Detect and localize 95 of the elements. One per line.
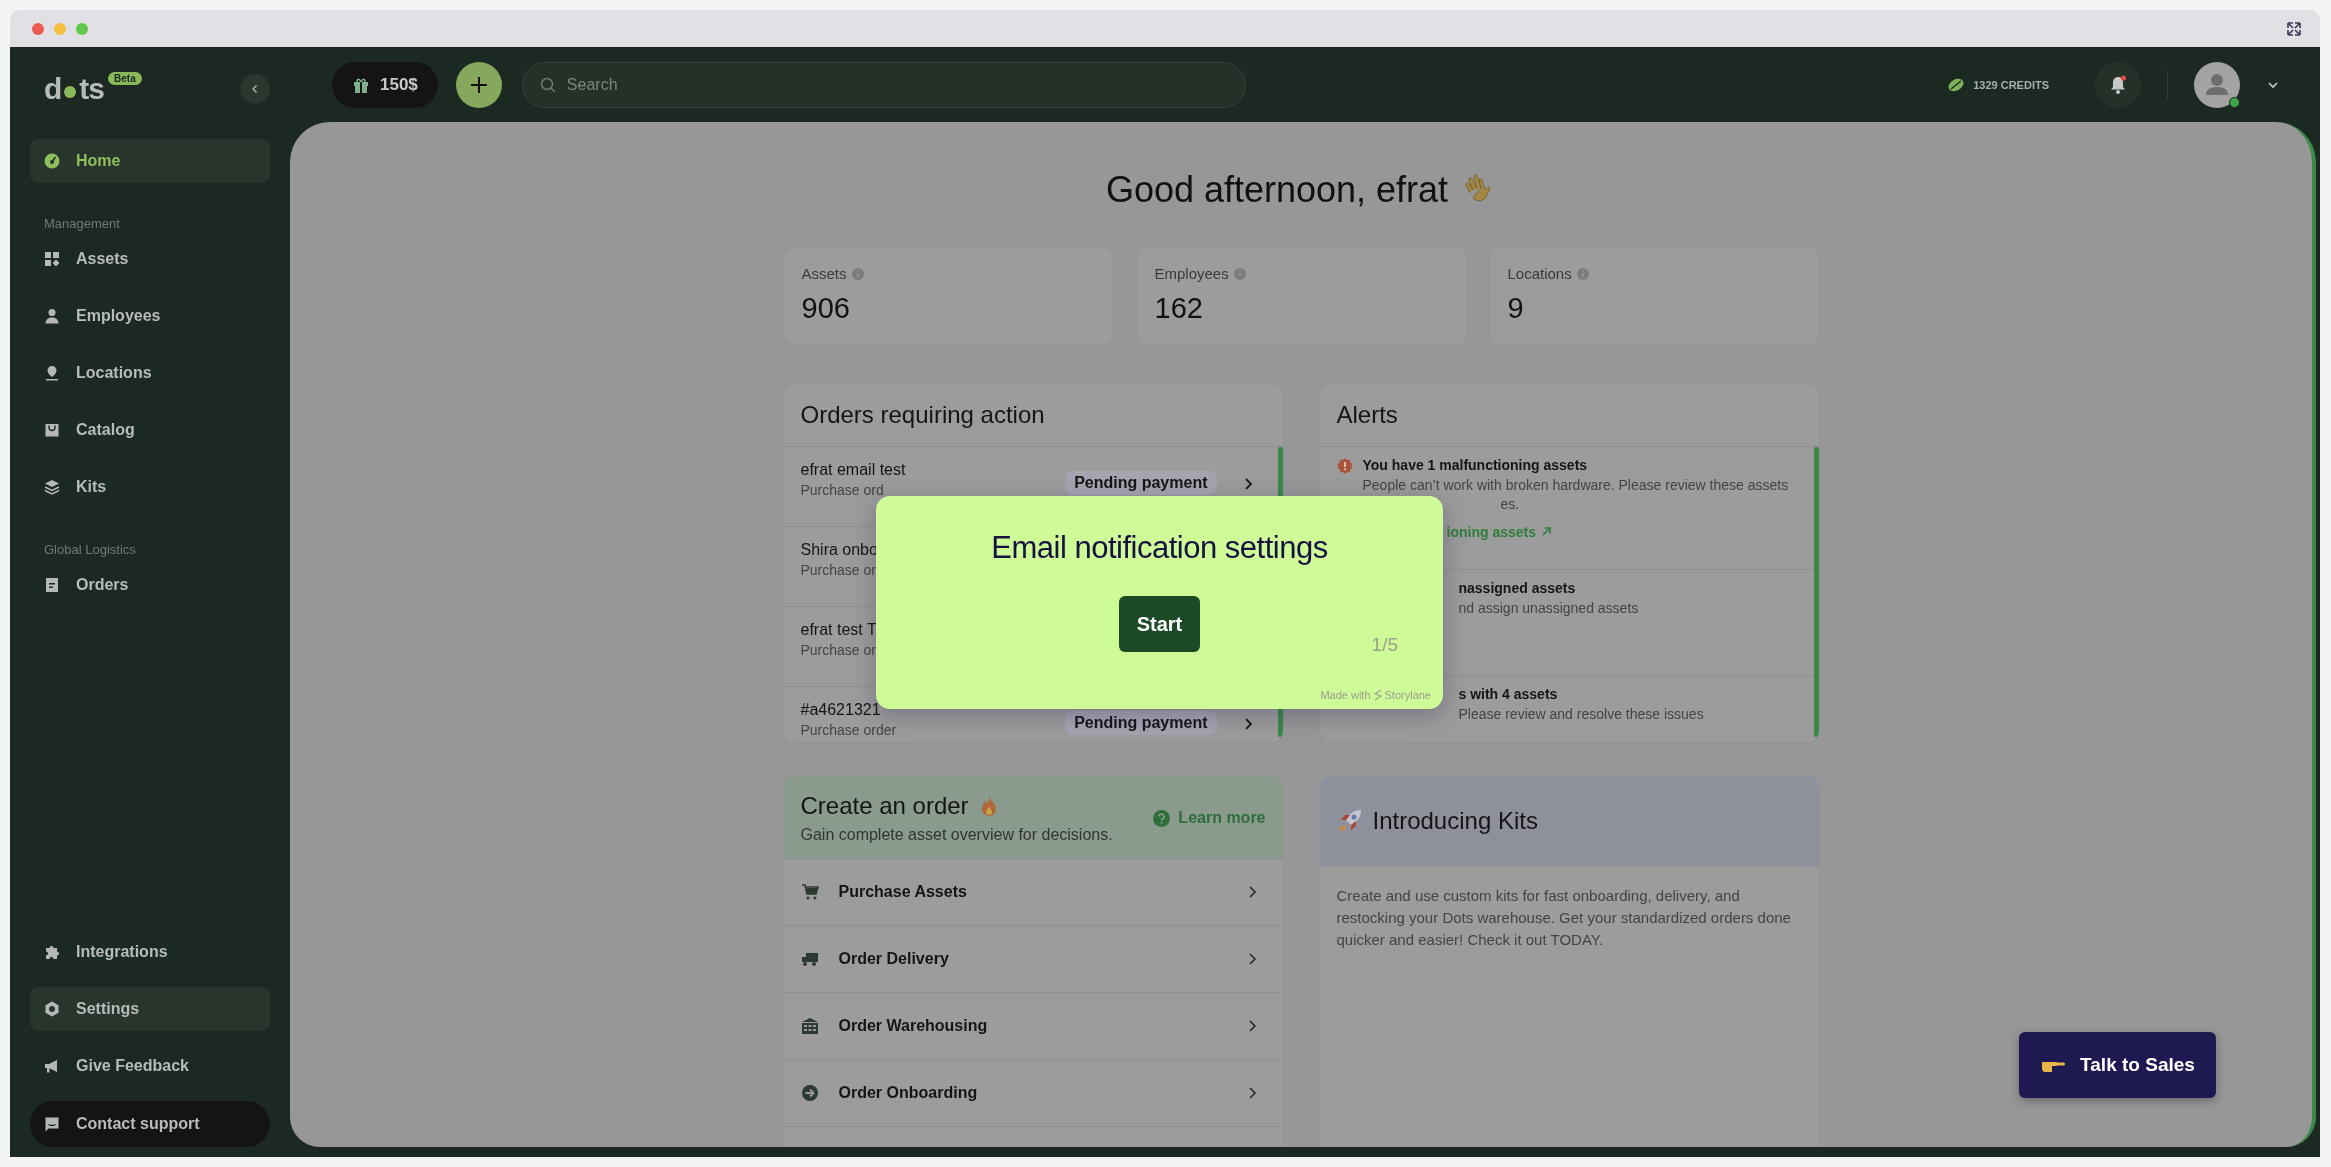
talk-to-sales-button[interactable]: Talk to Sales — [2019, 1032, 2216, 1098]
sidebar-item[interactable]: Orders — [30, 563, 270, 607]
order-option[interactable]: Order Warehousing — [783, 993, 1283, 1060]
stat-label: Assets — [801, 265, 847, 282]
chevron-right-icon[interactable] — [1242, 477, 1255, 491]
contact-support-button[interactable]: Contact support — [30, 1101, 270, 1147]
chevron-right-icon — [1246, 1086, 1259, 1100]
logo-text: d — [44, 72, 62, 106]
greeting-heading: Good afternoon, efrat — [1105, 169, 1449, 211]
gauge-icon — [44, 153, 60, 169]
alert-description: Please review and resolve these issues — [1458, 705, 1704, 724]
start-button[interactable]: Start — [1119, 596, 1200, 652]
sidebar-item[interactable]: Home — [30, 139, 270, 183]
order-type: Purchase or — [800, 562, 877, 578]
stat-value: 162 — [1154, 292, 1204, 325]
order-option[interactable]: Purchase Assets — [783, 859, 1283, 926]
info-icon — [1233, 267, 1246, 280]
search-icon — [539, 76, 556, 93]
sidebar-item[interactable]: Assets — [30, 237, 270, 281]
flame-icon — [980, 795, 997, 817]
bag-icon — [44, 422, 60, 438]
sidebar-item[interactable]: Give Feedback — [30, 1044, 270, 1088]
document-icon — [44, 577, 60, 593]
chevron-right-icon — [1246, 1019, 1259, 1033]
status-badge: Pending payment — [1065, 471, 1217, 495]
info-icon — [851, 267, 864, 280]
stat-label: Employees — [1154, 265, 1229, 282]
sidebar-item[interactable]: Catalog — [30, 408, 270, 452]
s-logo-icon — [1373, 689, 1382, 701]
card-title: Orders requiring action — [800, 401, 1045, 429]
order-type: Purchase order — [800, 722, 898, 738]
stat-value: 906 — [801, 292, 851, 325]
chevron-right-icon — [1246, 885, 1259, 899]
alert-description: nd assign unassigned assets — [1458, 599, 1639, 618]
order-option[interactable]: Order Delivery — [783, 926, 1283, 993]
section-heading: Management — [44, 216, 121, 231]
avatar-button[interactable] — [2194, 61, 2240, 108]
alert-description: People can’t work with broken hardware. Please review these assets — [1362, 476, 1789, 495]
made-with-label: Made with — [1320, 689, 1371, 701]
status-badge: Pending payment — [1065, 711, 1217, 735]
scrollbar-thumb[interactable] — [1813, 447, 1819, 737]
step-counter: 1/5 — [1371, 634, 1398, 656]
brand-label: Storylane — [1384, 689, 1431, 701]
gift-balance-button[interactable]: 150$ — [332, 61, 438, 108]
chevron-right-icon[interactable] — [1242, 717, 1255, 731]
stat-value: 9 — [1507, 292, 1525, 325]
card-title: Create an order — [800, 792, 969, 820]
kits-description: Create and use custom kits for fast onboarding, delivery, and restocking your Dots warehouse. Get your standardized orders done quicker and easier! Check it out TODAY. — [1335, 886, 1792, 951]
pin-icon — [44, 365, 60, 381]
sidebar-item[interactable]: Kits — [30, 465, 270, 509]
card-title: Alerts — [1336, 401, 1398, 429]
sidebar-item[interactable]: Employees — [30, 294, 270, 338]
grid-icon — [44, 251, 60, 267]
megaphone-icon — [44, 1058, 60, 1074]
order-name[interactable]: efrat email test — [800, 461, 1040, 479]
alert-title: s with 4 assets — [1458, 686, 1559, 702]
order-type: Purchase or — [800, 642, 877, 658]
order-type: Purchase ord — [800, 482, 885, 498]
alert-title: You have 1 malfunctioning assets — [1362, 457, 1589, 473]
alert-title: nassigned assets — [1458, 580, 1577, 596]
search-field[interactable]: Search — [521, 61, 1246, 108]
leaf-icon — [1947, 76, 1966, 93]
arrow-up-right-icon — [1540, 526, 1552, 538]
truck-icon — [800, 951, 819, 967]
stat-label: Locations — [1507, 265, 1572, 282]
building-icon — [800, 1018, 819, 1034]
notifications-button[interactable] — [2095, 61, 2141, 108]
sidebar-item[interactable]: Integrations — [30, 930, 270, 974]
sidebar-item[interactable]: Locations — [30, 351, 270, 395]
chat-icon — [44, 1116, 60, 1132]
alert-description: es. — [1499, 494, 1521, 514]
section-heading: Global Logistics — [44, 542, 137, 557]
warning-gear-icon — [1336, 458, 1353, 474]
collapse-button[interactable] — [240, 74, 270, 104]
chevron-right-icon — [1246, 952, 1259, 966]
window-controls-icon[interactable] — [32, 22, 88, 35]
person-icon — [44, 308, 60, 324]
settings-icon — [44, 1001, 60, 1017]
puzzle-icon — [44, 944, 60, 960]
cart-icon — [800, 884, 819, 900]
card-subtitle: Gain complete asset overview for decisions. — [800, 826, 1113, 844]
order-option[interactable]: Order Onboarding — [783, 1060, 1283, 1127]
plus-icon — [468, 74, 489, 95]
info-icon — [1576, 267, 1589, 280]
chevron-left-icon — [250, 84, 260, 94]
card-title: Introducing Kits — [1372, 807, 1538, 835]
layers-icon — [44, 479, 60, 495]
expand-icon[interactable] — [2286, 20, 2302, 37]
sidebar-item[interactable]: Settings — [30, 987, 270, 1031]
logo-text: ts — [79, 72, 104, 106]
dot-icon — [64, 86, 77, 98]
popup-title: Email notification settings — [991, 530, 1328, 566]
question-icon — [1153, 809, 1171, 827]
credits-balance: 1329 CREDITS — [1973, 78, 2049, 91]
beta-badge: Beta — [108, 72, 142, 85]
